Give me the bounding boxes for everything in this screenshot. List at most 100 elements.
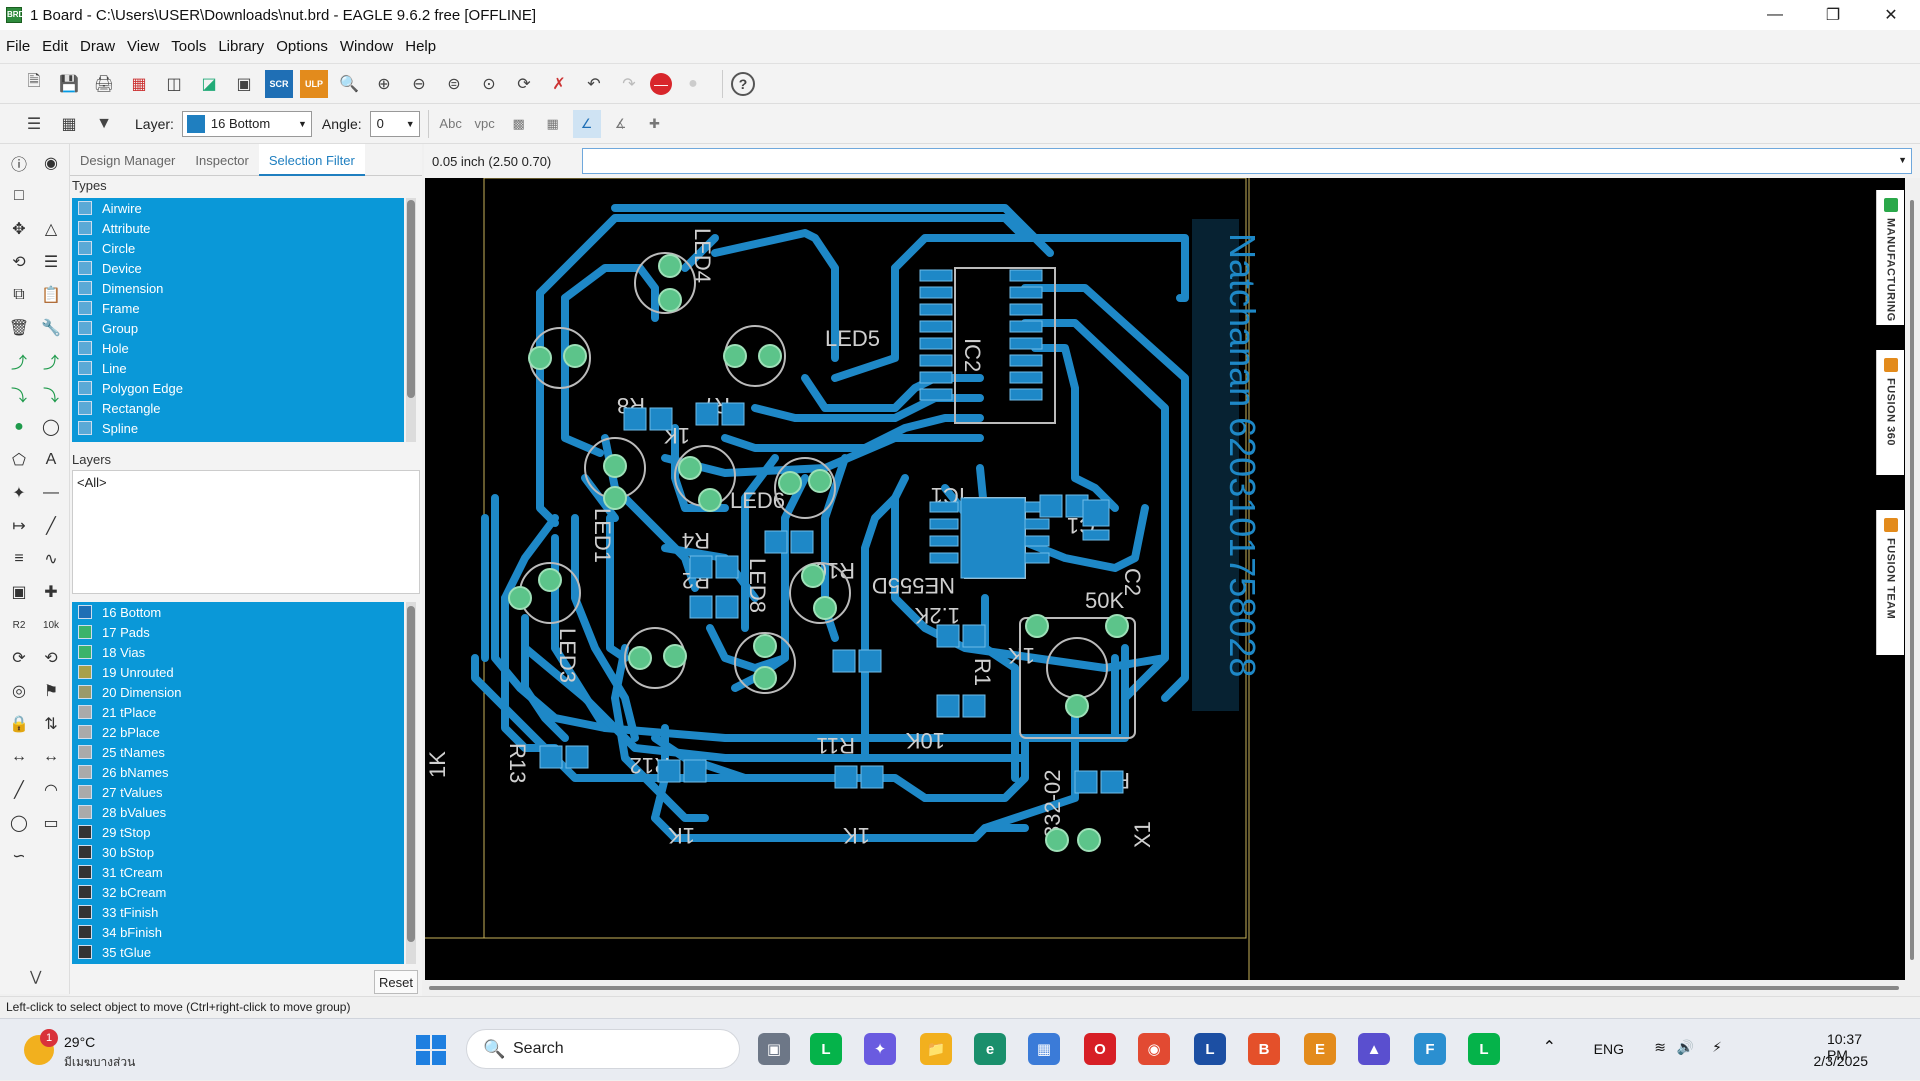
layer-item[interactable]: 33 tFinish xyxy=(72,902,404,922)
vertical-scroll-thumb[interactable] xyxy=(1910,200,1914,960)
menu-edit[interactable]: Edit xyxy=(42,38,68,55)
minimize-button[interactable]: — xyxy=(1746,0,1804,30)
taskbar-search[interactable]: 🔍 Search xyxy=(466,1029,740,1069)
horizontal-scroll-thumb[interactable] xyxy=(429,986,1899,990)
add-icon[interactable]: ▣ xyxy=(6,579,32,605)
type-item[interactable]: Circle xyxy=(72,238,404,258)
layer-item[interactable]: 25 tNames xyxy=(72,742,404,762)
slice-icon[interactable]: ╱ xyxy=(38,513,64,539)
split-icon[interactable]: ✦ xyxy=(6,480,32,506)
zoom-fit-icon[interactable]: 🔍 xyxy=(335,70,363,98)
undo-icon[interactable]: ↶ xyxy=(580,70,608,98)
types-list[interactable]: Airwire Attribute Circle Device Dimension Fra… xyxy=(72,198,404,442)
copy-icon[interactable]: ⧉ xyxy=(6,282,32,308)
menu-tools[interactable]: Tools xyxy=(171,38,206,55)
route-icon[interactable]: ⤴ xyxy=(6,348,32,374)
layer-item[interactable]: 32 bCream xyxy=(72,882,404,902)
mirror-icon[interactable]: △ xyxy=(38,216,64,242)
snap-angle-icon[interactable]: ∠ xyxy=(572,109,601,138)
vertical-scrollbar[interactable] xyxy=(1905,178,1920,980)
reset-button[interactable]: Reset xyxy=(374,970,418,994)
layer-item[interactable]: 16 Bottom xyxy=(72,602,404,622)
smash-icon[interactable]: ⟳ xyxy=(6,645,32,671)
wrench-icon[interactable]: 🔧 xyxy=(38,315,64,341)
pinswap-icon[interactable]: ⇅ xyxy=(38,711,64,737)
tab-fusion-team[interactable]: FUSION TEAM xyxy=(1876,510,1904,655)
spline-icon[interactable]: ∽ xyxy=(6,843,32,869)
l-app-icon[interactable]: L xyxy=(1194,1033,1226,1065)
copilot-icon[interactable]: ✦ xyxy=(864,1033,896,1065)
layer-item[interactable]: 34 bFinish xyxy=(72,922,404,942)
text-abc-button[interactable]: Abc xyxy=(437,110,465,138)
save-icon[interactable]: 💾 xyxy=(55,70,83,98)
line-app-icon[interactable]: L xyxy=(810,1033,842,1065)
battery-icon[interactable]: ⚡ xyxy=(1712,1039,1722,1056)
lines-icon[interactable]: ≡ xyxy=(6,546,32,572)
task-view-icon[interactable]: ▣ xyxy=(758,1033,790,1065)
maximize-button[interactable]: ❐ xyxy=(1804,0,1862,30)
type-item[interactable]: Attribute xyxy=(72,218,404,238)
store-icon[interactable]: ▦ xyxy=(1028,1033,1060,1065)
type-item[interactable]: Group xyxy=(72,318,404,338)
menu-window[interactable]: Window xyxy=(340,38,393,55)
route-multiple-icon[interactable]: ⤴ xyxy=(38,348,64,374)
type-item[interactable]: Rectangle xyxy=(72,398,404,418)
layers-filter-box[interactable]: <All> xyxy=(72,470,420,594)
edge-icon[interactable]: e xyxy=(974,1033,1006,1065)
rotate-icon[interactable]: ⟲ xyxy=(6,249,32,275)
line-app-icon[interactable]: L xyxy=(1468,1033,1500,1065)
fusion-app-icon[interactable]: F xyxy=(1414,1033,1446,1065)
name-icon[interactable]: R2 xyxy=(6,612,32,638)
gateswap-icon[interactable]: ↔ xyxy=(6,744,32,770)
type-item[interactable]: Polygon Edge xyxy=(72,378,404,398)
ratsnest-icon[interactable]: ✗ xyxy=(545,70,573,98)
layer-list[interactable]: 16 Bottom 17 Pads 18 Vias 19 Unrouted 20 Dim… xyxy=(72,602,404,964)
layer-item[interactable]: 28 bValues xyxy=(72,802,404,822)
ripup-icon[interactable]: ⤵ xyxy=(6,381,32,407)
close-button[interactable]: ✕ xyxy=(1862,0,1920,30)
weather-widget[interactable]: 1 29°C มีเมฆบางส่วน xyxy=(24,1027,154,1073)
tab-inspector[interactable]: Inspector xyxy=(185,144,258,176)
brave-icon[interactable]: B xyxy=(1248,1033,1280,1065)
text-icon[interactable]: A xyxy=(38,447,64,473)
layer-item[interactable]: 30 bStop xyxy=(72,842,404,862)
print-icon[interactable]: 🖨 xyxy=(90,70,118,98)
wave-icon[interactable]: ∿ xyxy=(38,546,64,572)
tag-icon[interactable]: ⚑ xyxy=(38,678,64,704)
layer-select[interactable]: 16 Bottom ▼ xyxy=(181,110,312,137)
type-item[interactable]: Spline xyxy=(72,418,404,438)
stop-icon[interactable]: — xyxy=(650,72,672,95)
polygon-icon[interactable]: ⬠ xyxy=(6,447,32,473)
text-vector-button[interactable]: vpc xyxy=(471,110,499,138)
type-item[interactable]: Airwire xyxy=(72,198,404,218)
help-button[interactable]: ? xyxy=(731,71,755,96)
dimension-icon[interactable]: ↔ xyxy=(38,744,64,770)
go-icon[interactable]: ● xyxy=(679,70,707,98)
zoom-select-icon[interactable]: ⊜ xyxy=(440,70,468,98)
layer-item[interactable]: 22 bPlace xyxy=(72,722,404,742)
arc-icon[interactable]: ◠ xyxy=(38,777,64,803)
layer-item[interactable]: 19 Unrouted xyxy=(72,662,404,682)
layer-item[interactable]: 17 Pads xyxy=(72,622,404,642)
tab-selection-filter[interactable]: Selection Filter xyxy=(258,144,365,176)
type-item[interactable]: Dimension xyxy=(72,278,404,298)
horizontal-scrollbar[interactable] xyxy=(425,980,1905,996)
lock-icon[interactable]: 🔒 xyxy=(6,711,32,737)
menu-view[interactable]: View xyxy=(127,38,159,55)
type-item[interactable]: Device xyxy=(72,258,404,278)
info-icon[interactable]: ⓘ xyxy=(6,150,32,176)
layer-item[interactable]: 20 Dimension xyxy=(72,682,404,702)
photos-icon[interactable]: ▲ xyxy=(1358,1033,1390,1065)
join-icon[interactable]: — xyxy=(38,480,64,506)
eagle-app-icon[interactable]: E xyxy=(1304,1033,1336,1065)
layer-item[interactable]: 29 tStop xyxy=(72,822,404,842)
language-indicator[interactable]: ENG xyxy=(1594,1041,1624,1057)
tab-fusion-360[interactable]: FUSION 360 xyxy=(1876,350,1904,475)
layer-item[interactable]: 27 tValues xyxy=(72,782,404,802)
start-button[interactable] xyxy=(416,1035,446,1065)
opera-icon[interactable]: O xyxy=(1084,1033,1116,1065)
pad-shape-icon[interactable]: ▩ xyxy=(505,110,533,138)
menu-library[interactable]: Library xyxy=(218,38,264,55)
type-item[interactable]: Line xyxy=(72,358,404,378)
group-select-icon[interactable]: □ xyxy=(6,183,32,209)
